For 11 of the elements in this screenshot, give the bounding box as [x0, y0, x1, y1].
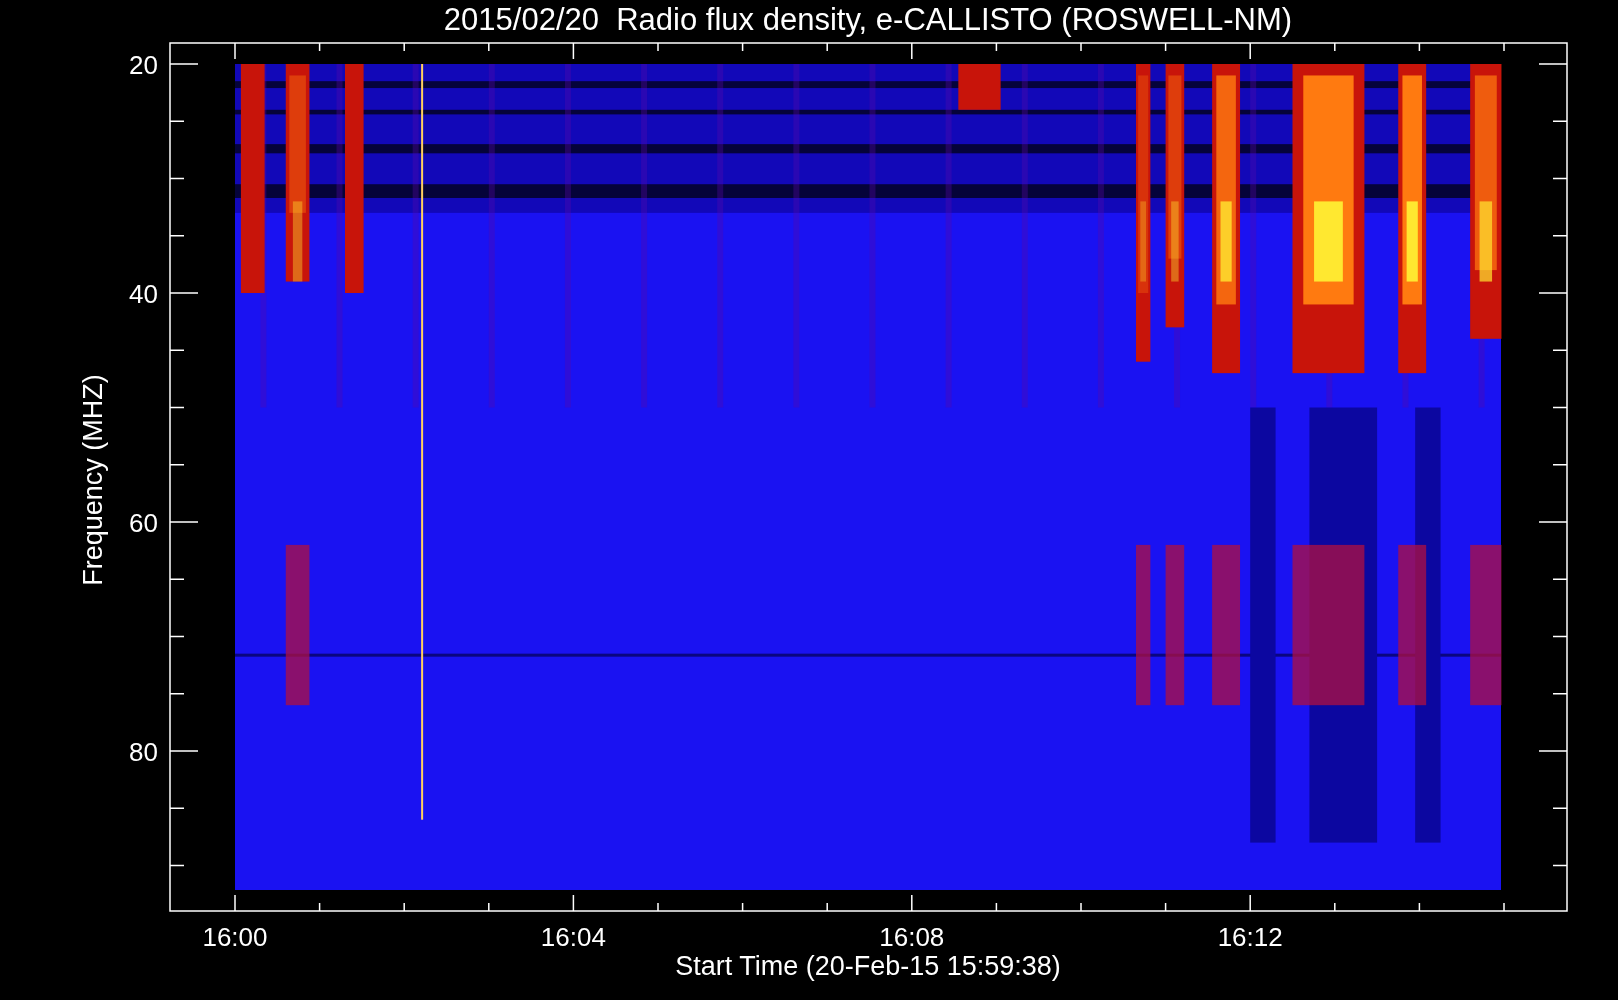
- axis-title: Frequency (MHZ): [78, 374, 108, 586]
- axis-tick-label: 16:08: [879, 922, 945, 952]
- axis-tick-label: 80: [129, 737, 158, 767]
- axis-tick-label: 16:04: [540, 922, 606, 952]
- axis-tick-label: 16:00: [202, 922, 268, 952]
- axis-tick-label: 16:12: [1217, 922, 1283, 952]
- chart-title: 2015/02/20 Radio flux density, e-CALLISTO (ROSWELL-NM): [443, 2, 1293, 37]
- axis-tick-label: 20: [129, 50, 158, 80]
- axis-tick-label: 60: [129, 508, 158, 538]
- axis-title: Start Time (20-Feb-15 15:59:38): [675, 951, 1061, 981]
- axis-tick-label: 40: [129, 279, 158, 309]
